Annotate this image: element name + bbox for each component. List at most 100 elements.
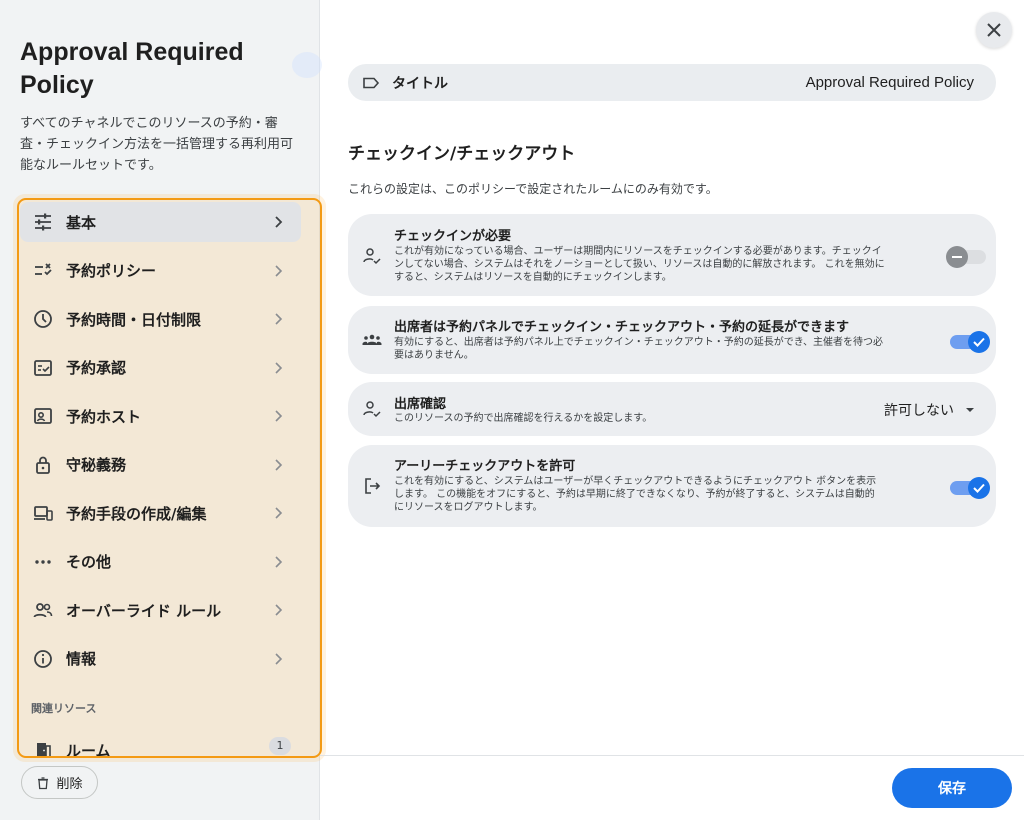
desc-line: すると、システムはリソースを自動的にチェックインします。	[394, 272, 672, 283]
attendance-select[interactable]: 許可しない	[884, 400, 976, 420]
nav-item-label: 基本	[66, 213, 97, 232]
setting-card-panel-checkin: 出席者は予約パネルでチェックイン・チェックアウト・予約の延長ができます 有効にす…	[348, 306, 996, 374]
label-tag-icon	[363, 77, 380, 88]
nav-item-override-rules[interactable]: オーバーライド ルール	[20, 590, 301, 630]
setting-card-checkin-required: チェックインが必要 これが有効になっている場合、ユーザーは期間内にリソースをチェ…	[348, 214, 996, 296]
toggle-knob	[968, 477, 990, 499]
room-count-badge: 1	[269, 737, 291, 755]
nav-item-time-limits[interactable]: 予約時間・日付制限	[20, 299, 301, 339]
room-label: ルーム	[66, 741, 111, 758]
lock-icon	[32, 454, 54, 476]
nav-item-confidentiality[interactable]: 守秘義務	[20, 445, 301, 485]
nav-item-label: 守秘義務	[66, 456, 127, 474]
chevron-right-icon	[275, 264, 283, 277]
checklist-icon	[32, 260, 54, 282]
setting-description: これが有効になっている場合、ユーザーは期間内にリソースをチェックインする必要があ…	[394, 245, 885, 284]
nav-item-info[interactable]: 情報	[20, 639, 301, 679]
early-checkout-toggle[interactable]	[950, 477, 990, 499]
info-icon	[32, 648, 54, 670]
setting-title: 出席者は予約パネルでチェックイン・チェックアウト・予約の延長ができます	[394, 320, 850, 335]
nav-list-container: 基本 予約ポリシー 予約時間・日付制限 予約承認 予約ホスト 守秘義務 予約手段…	[17, 198, 322, 758]
panel-checkin-toggle[interactable]	[950, 331, 990, 353]
dropdown-arrow-icon	[966, 408, 974, 412]
nav-item-label: 情報	[66, 650, 97, 668]
nav-item-other[interactable]: その他	[20, 542, 301, 582]
chevron-right-icon	[275, 361, 283, 374]
nav-item-label: 予約ホスト	[66, 407, 142, 426]
attendance-select-value: 許可しない	[884, 403, 954, 419]
setting-title: 出席確認	[394, 397, 447, 412]
chevron-right-icon	[275, 604, 283, 616]
more-icon	[32, 551, 54, 573]
related-room-item[interactable]: ルーム 1	[20, 730, 301, 758]
nav-item-basic[interactable]: 基本	[20, 202, 301, 242]
desc-line: 要はありません。	[394, 350, 474, 361]
section-subtitle: これらの設定は、このポリシーで設定されたルームにのみ有効です。	[348, 182, 718, 196]
left-panel: Approval Required Policy すべてのチャネルでこのリソース…	[0, 0, 326, 820]
setting-description: このリソースの予約で出席確認を行えるかを設定します。	[394, 412, 652, 425]
nav-item-approval[interactable]: 予約承認	[20, 348, 301, 388]
tune-icon	[32, 211, 54, 233]
chevron-right-icon	[275, 555, 283, 568]
people-icon	[32, 599, 54, 621]
devices-icon	[32, 502, 54, 524]
desc-line: これを有効にすると、システムはユーザーが早くチェックアウトできるようにチェックア…	[394, 476, 877, 487]
nav-list: 基本 予約ポリシー 予約時間・日付制限 予約承認 予約ホスト 守秘義務 予約手段…	[20, 202, 301, 687]
logout-icon	[365, 478, 381, 494]
check-icon	[973, 483, 985, 493]
delete-label: 削除	[56, 777, 83, 792]
minus-icon	[952, 256, 962, 258]
door-icon	[32, 739, 54, 756]
save-button[interactable]: 保存	[892, 768, 1012, 808]
host-icon	[32, 405, 54, 427]
toggle-knob	[946, 246, 968, 268]
section-heading: チェックイン/チェックアウト	[348, 144, 576, 164]
nav-item-label: オーバーライド ルール	[66, 601, 222, 620]
nav-item-label: 予約ポリシー	[66, 262, 157, 280]
chevron-right-icon	[275, 458, 283, 471]
clock-icon	[32, 308, 54, 330]
nav-item-label: 予約時間・日付制限	[66, 310, 202, 329]
nav-item-booking-policy[interactable]: 予約ポリシー	[20, 251, 301, 291]
setting-title: アーリーチェックアウトを許可	[394, 459, 576, 474]
person-check-icon	[363, 248, 381, 265]
checkin-required-toggle[interactable]	[946, 246, 986, 268]
chevron-right-icon	[275, 410, 283, 422]
setting-card-early-checkout: アーリーチェックアウトを許可 これを有効にすると、システムはユーザーが早くチェッ…	[348, 445, 996, 527]
group-icon	[362, 334, 382, 345]
nav-item-label: その他	[66, 553, 112, 571]
trash-icon	[38, 776, 49, 789]
title-field-label: タイトル	[392, 75, 448, 92]
chevron-right-icon	[275, 652, 283, 665]
desc-line: これが有効になっている場合、ユーザーは期間内にリソースをチェックインする必要があ…	[394, 246, 882, 257]
desc-line: します。 この機能をオフにすると、予約は早期に終了できなくなり、予約が終了すると…	[394, 489, 875, 500]
chevron-right-icon	[275, 216, 283, 228]
nav-item-booking-methods[interactable]: 予約手段の作成/編集	[20, 493, 301, 533]
policy-description: すべてのチャネルでこのリソースの予約・審査・チェックイン方法を一括管理する再利用…	[20, 116, 294, 173]
delete-button[interactable]: 削除	[21, 766, 98, 799]
toggle-knob	[968, 331, 990, 353]
chevron-right-icon	[275, 507, 283, 519]
approval-icon	[32, 357, 54, 379]
title-field-value: Approval Required Policy	[805, 74, 974, 91]
person-check-icon	[363, 401, 381, 418]
desc-line: このリソースの予約で出席確認を行えるかを設定します。	[394, 413, 653, 424]
nav-item-label: 予約承認	[66, 359, 127, 377]
desc-line: 有効にすると、出席者は予約パネル上でチェックイン・チェックアウト・予約の延長がで…	[394, 337, 883, 348]
setting-title: チェックインが必要	[394, 229, 512, 244]
title-field[interactable]: タイトル Approval Required Policy	[348, 64, 996, 101]
nav-item-label: 予約手段の作成/編集	[66, 504, 207, 523]
nav-item-host[interactable]: 予約ホスト	[20, 396, 301, 436]
policy-title: Approval Required Policy	[20, 38, 244, 99]
related-resources-label: 関連リソース	[31, 702, 97, 715]
setting-description: 有効にすると、出席者は予約パネル上でチェックイン・チェックアウト・予約の延長がで…	[394, 336, 883, 362]
desc-line: にリソースをログアウトします。	[394, 502, 543, 513]
footer-divider	[320, 755, 1024, 756]
chevron-right-icon	[275, 313, 283, 325]
desc-line: ンしてない場合、システムはそれをノーショーとして扱い、リソースは自動的に解放され…	[394, 259, 885, 270]
check-icon	[973, 337, 985, 347]
close-icon	[987, 23, 1001, 37]
close-button[interactable]	[976, 12, 1012, 48]
setting-description: これを有効にすると、システムはユーザーが早くチェックアウトできるようにチェックア…	[394, 475, 876, 514]
setting-card-attendance: 出席確認 このリソースの予約で出席確認を行えるかを設定します。 許可しない	[348, 382, 996, 436]
